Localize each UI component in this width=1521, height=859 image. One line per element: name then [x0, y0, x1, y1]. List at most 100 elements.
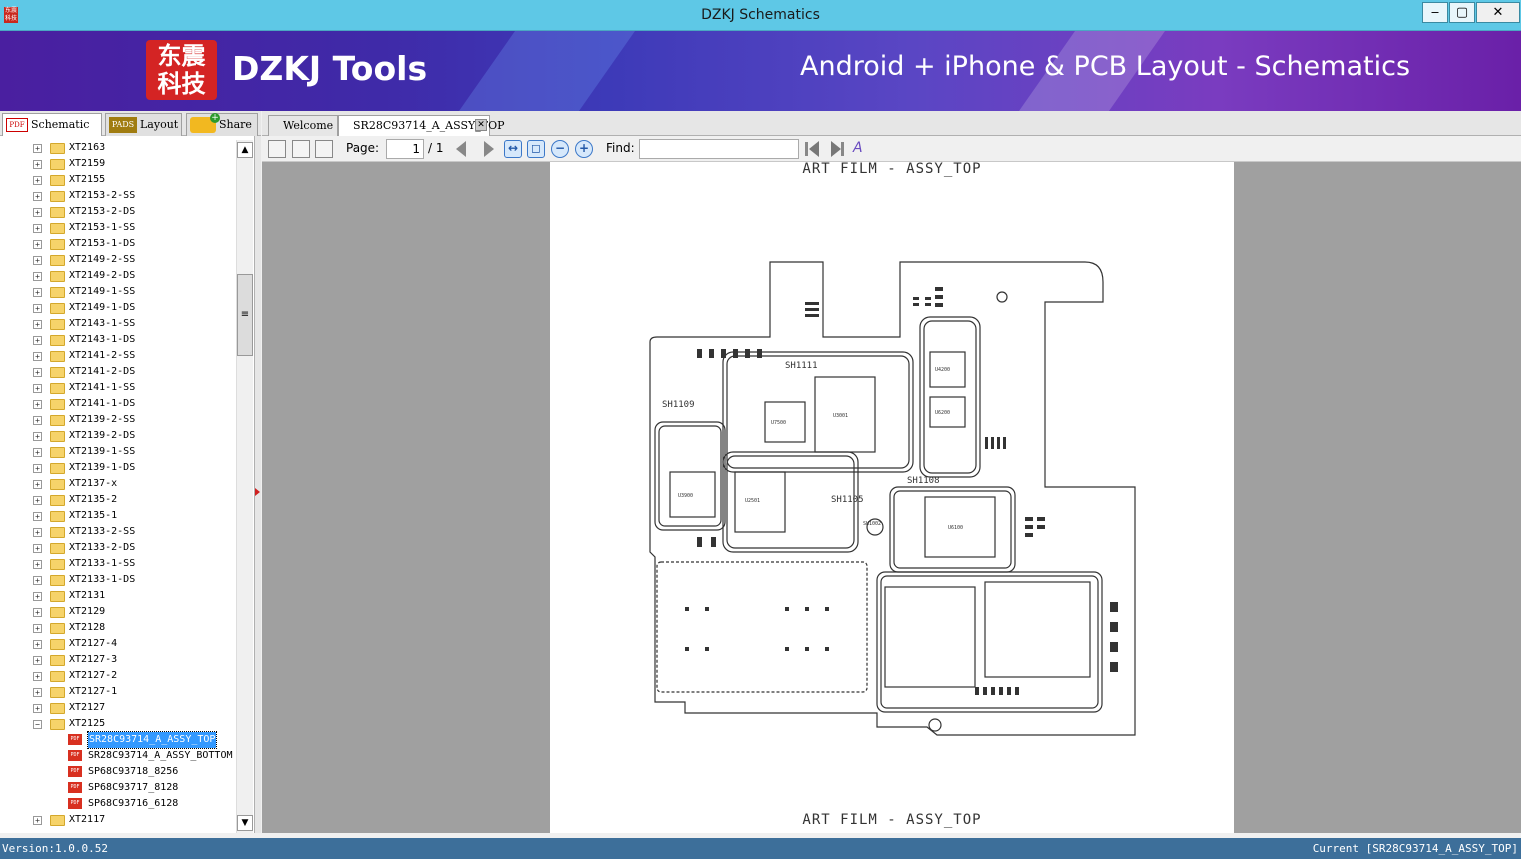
expand-icon[interactable]: +: [33, 592, 42, 601]
expand-icon[interactable]: +: [33, 560, 42, 569]
next-page-icon[interactable]: [484, 141, 494, 157]
tree-folder-item[interactable]: + XT2133-2-SS: [0, 524, 236, 540]
minimize-button[interactable]: ‒: [1422, 2, 1448, 23]
expand-icon[interactable]: +: [33, 224, 42, 233]
tree-folder-item[interactable]: + XT2127-4: [0, 636, 236, 652]
previous-page-icon[interactable]: [456, 141, 466, 157]
tree-folder-item[interactable]: + XT2159: [0, 156, 236, 172]
tree-folder-item[interactable]: + XT2163: [0, 140, 236, 156]
fit-page-icon[interactable]: ◻: [527, 140, 545, 158]
tab-welcome[interactable]: Welcome: [268, 115, 338, 136]
collapse-icon[interactable]: −: [33, 720, 42, 729]
tree-scrollbar[interactable]: ▲ ≡ ▼: [236, 140, 253, 833]
expand-icon[interactable]: +: [33, 304, 42, 313]
expand-icon[interactable]: +: [33, 272, 42, 281]
expand-icon[interactable]: +: [33, 240, 42, 249]
fit-width-icon[interactable]: ↔: [504, 140, 522, 158]
tree-folder-item[interactable]: + XT2149-2-SS: [0, 252, 236, 268]
tree-folder-item[interactable]: + XT2139-1-DS: [0, 460, 236, 476]
tree-folder-item[interactable]: + XT2149-1-DS: [0, 300, 236, 316]
tree-folder-item[interactable]: + XT2141-1-SS: [0, 380, 236, 396]
tree-file-item[interactable]: PDF SP68C93718_8256: [0, 764, 236, 780]
collapse-arrow-icon[interactable]: [255, 488, 260, 496]
expand-icon[interactable]: +: [33, 496, 42, 505]
expand-icon[interactable]: +: [33, 432, 42, 441]
tree-folder-item[interactable]: + XT2141-1-DS: [0, 396, 236, 412]
copy-page-icon[interactable]: [292, 140, 310, 158]
page-number-input[interactable]: [386, 139, 424, 159]
expand-icon[interactable]: +: [33, 672, 42, 681]
tree-folder-item[interactable]: + XT2129: [0, 604, 236, 620]
tree-folder-item[interactable]: + XT2153-1-DS: [0, 236, 236, 252]
tree-folder-item[interactable]: + XT2141-2-SS: [0, 348, 236, 364]
tab-layout[interactable]: PADS Layout: [105, 113, 182, 136]
close-button[interactable]: ✕: [1476, 2, 1520, 23]
expand-icon[interactable]: +: [33, 576, 42, 585]
expand-icon[interactable]: +: [33, 416, 42, 425]
tree-folder-item[interactable]: + XT2139-1-SS: [0, 444, 236, 460]
tree-folder-item[interactable]: + XT2127: [0, 700, 236, 716]
tree-folder-item[interactable]: + XT2143-1-SS: [0, 316, 236, 332]
tree-folder-item[interactable]: + XT2127-3: [0, 652, 236, 668]
tree-file-item[interactable]: PDF SP68C93717_8128: [0, 780, 236, 796]
maximize-button[interactable]: ▢: [1449, 2, 1475, 23]
find-first-icon[interactable]: [805, 142, 808, 156]
expand-icon[interactable]: +: [33, 192, 42, 201]
expand-icon[interactable]: +: [33, 640, 42, 649]
expand-icon[interactable]: +: [33, 656, 42, 665]
zoom-in-icon[interactable]: +: [575, 140, 593, 158]
expand-icon[interactable]: +: [33, 464, 42, 473]
tree-folder-item[interactable]: + XT2135-2: [0, 492, 236, 508]
tab-share[interactable]: Share: [186, 113, 258, 136]
highlight-text-icon[interactable]: A: [853, 140, 871, 158]
scroll-down-icon[interactable]: ▼: [237, 815, 253, 831]
expand-icon[interactable]: +: [33, 480, 42, 489]
tree-folder-item[interactable]: + XT2128: [0, 620, 236, 636]
expand-icon[interactable]: +: [33, 256, 42, 265]
tree-folder-item[interactable]: + XT2155: [0, 172, 236, 188]
tree-folder-item[interactable]: + XT2153-1-SS: [0, 220, 236, 236]
tree-folder-item[interactable]: + XT2139-2-SS: [0, 412, 236, 428]
tree-folder-item[interactable]: + XT2133-2-DS: [0, 540, 236, 556]
tree-folder-item[interactable]: + XT2117: [0, 812, 236, 828]
expand-icon[interactable]: +: [33, 816, 42, 825]
panel-splitter[interactable]: [255, 136, 261, 833]
tree-folder-item[interactable]: − XT2125: [0, 716, 236, 732]
tree-file-item[interactable]: PDF SR28C93714_A_ASSY_TOP: [0, 731, 236, 749]
tree-folder-item[interactable]: + XT2153-2-SS: [0, 188, 236, 204]
tree-folder-item[interactable]: + XT2135-1: [0, 508, 236, 524]
tree-folder-item[interactable]: + XT2139-2-DS: [0, 428, 236, 444]
tree-folder-item[interactable]: + XT2131: [0, 588, 236, 604]
expand-icon[interactable]: +: [33, 176, 42, 185]
tab-schematic[interactable]: PDF Schematic: [2, 113, 102, 136]
expand-icon[interactable]: +: [33, 608, 42, 617]
tree-folder-item[interactable]: + XT2133-1-DS: [0, 572, 236, 588]
tree-file-item[interactable]: PDF SP68C93716_6128: [0, 796, 236, 812]
scroll-up-icon[interactable]: ▲: [237, 142, 253, 158]
expand-icon[interactable]: +: [33, 384, 42, 393]
expand-icon[interactable]: +: [33, 320, 42, 329]
expand-icon[interactable]: +: [33, 208, 42, 217]
close-tab-icon[interactable]: ✕: [475, 119, 487, 131]
expand-icon[interactable]: +: [33, 400, 42, 409]
find-input[interactable]: [639, 139, 799, 159]
expand-icon[interactable]: +: [33, 352, 42, 361]
expand-icon[interactable]: +: [33, 160, 42, 169]
open-file-icon[interactable]: [268, 140, 286, 158]
tree-folder-item[interactable]: + XT2133-1-SS: [0, 556, 236, 572]
tab-document[interactable]: SR28C93714_A_ASSY_TOP ✕: [338, 115, 505, 136]
tree-file-item[interactable]: PDF SR28C93714_A_ASSY_BOTTOM: [0, 748, 236, 764]
tree-folder-item[interactable]: + XT2153-2-DS: [0, 204, 236, 220]
multi-page-icon[interactable]: [315, 140, 333, 158]
find-next-icon[interactable]: [831, 141, 841, 157]
tree-folder-item[interactable]: + XT2149-2-DS: [0, 268, 236, 284]
scroll-thumb[interactable]: ≡: [237, 274, 253, 356]
expand-icon[interactable]: +: [33, 368, 42, 377]
expand-icon[interactable]: +: [33, 528, 42, 537]
expand-icon[interactable]: +: [33, 688, 42, 697]
tree-folder-item[interactable]: + XT2143-1-DS: [0, 332, 236, 348]
expand-icon[interactable]: +: [33, 704, 42, 713]
tree-folder-item[interactable]: + XT2127-2: [0, 668, 236, 684]
expand-icon[interactable]: +: [33, 144, 42, 153]
expand-icon[interactable]: +: [33, 448, 42, 457]
